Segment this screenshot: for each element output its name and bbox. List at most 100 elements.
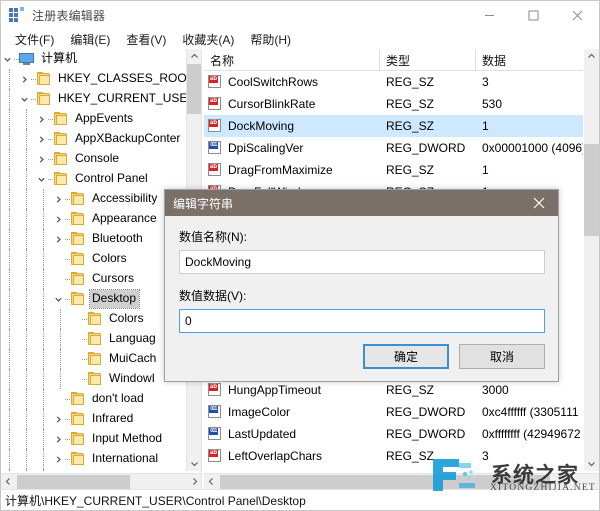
tree-node[interactable]: Keyboard (1, 469, 187, 471)
tree-scroll-left-icon[interactable] (1, 474, 16, 489)
chevron-right-icon[interactable] (35, 149, 48, 169)
cell-type: REG_DWORD (386, 427, 466, 441)
tree-hscroll-thumb[interactable] (17, 475, 130, 489)
menu-view[interactable]: 查看(V) (118, 29, 174, 50)
tree-guide-line (26, 189, 27, 209)
tree-node[interactable]: Desktop (1, 289, 187, 309)
tree-node[interactable]: International (1, 449, 187, 469)
menu-file[interactable]: 文件(F) (7, 29, 62, 50)
tree-node[interactable]: Languag (1, 329, 187, 349)
window-controls (467, 1, 599, 29)
tree-guide-line (9, 389, 10, 409)
chevron-right-icon[interactable] (52, 229, 65, 249)
tree-guide-line (9, 189, 10, 209)
tree-guide-line (9, 209, 10, 229)
table-row[interactable]: ab CoolSwitchRows REG_SZ 3 (204, 71, 583, 93)
tree-scroll-up-icon[interactable] (187, 49, 201, 64)
chevron-right-icon[interactable] (35, 109, 48, 129)
table-row[interactable]: 011 DpiScalingVer REG_DWORD 0x00001000 (409… (204, 137, 583, 159)
tree-guide-line (26, 429, 27, 449)
menu-favorites[interactable]: 收藏夹(A) (174, 29, 242, 50)
tree-node[interactable]: Console (1, 149, 187, 169)
chevron-right-icon[interactable] (52, 189, 65, 209)
maximize-button[interactable] (511, 1, 555, 29)
dialog-close-button[interactable] (520, 190, 558, 216)
tree-scroll-down-icon[interactable] (187, 456, 201, 471)
list-vertical-scrollbar[interactable] (584, 49, 599, 471)
chevron-right-icon[interactable] (52, 409, 65, 429)
minimize-button[interactable] (467, 1, 511, 29)
cancel-button[interactable]: 取消 (459, 344, 545, 369)
tree-guide-line (43, 269, 44, 289)
tree-horizontal-scrollbar[interactable] (1, 473, 201, 489)
table-row[interactable]: abLockScreenAutoLockActiveREG_SZ0 (204, 467, 583, 471)
list-scroll-up-icon[interactable] (584, 49, 599, 64)
ok-button[interactable]: 确定 (363, 344, 449, 369)
table-row[interactable]: ab HungAppTimeout REG_SZ 3000 (204, 379, 583, 401)
list-scroll-down-icon[interactable] (584, 456, 599, 471)
tree-scroll-thumb[interactable] (187, 64, 201, 114)
chevron-down-icon[interactable] (1, 49, 14, 69)
column-type[interactable]: 类型 (380, 49, 476, 71)
tree-node[interactable]: AppXBackupConter (1, 129, 187, 149)
close-button[interactable] (555, 1, 599, 29)
folder-icon (87, 312, 103, 326)
chevron-right-icon[interactable] (35, 129, 48, 149)
tree-node[interactable]: MuiCach (1, 349, 187, 369)
list-horizontal-scrollbar[interactable] (204, 473, 599, 489)
chevron-right-icon[interactable] (52, 449, 65, 469)
chevron-right-icon[interactable] (18, 69, 31, 89)
list-scroll-thumb[interactable] (584, 144, 599, 236)
tree-node[interactable]: Colors (1, 309, 187, 329)
tree-guide-line (43, 349, 44, 369)
menu-edit[interactable]: 编辑(E) (62, 29, 118, 50)
tree-node[interactable]: Control Panel (1, 169, 187, 189)
list-scroll-left-icon[interactable] (204, 474, 219, 489)
value-name-input[interactable] (179, 250, 545, 274)
folder-icon (70, 452, 86, 466)
dword-value-icon: 011 (208, 405, 223, 419)
tree-node-label: Control Panel (75, 171, 148, 185)
chevron-right-icon[interactable] (52, 429, 65, 449)
tree-node[interactable]: WindowI (1, 369, 187, 389)
folder-icon (70, 232, 86, 246)
tree-node-label: Colors (92, 251, 127, 265)
value-data-label: 数值数据(V): (179, 289, 247, 303)
column-data[interactable]: 数据 (476, 49, 583, 71)
tree-node[interactable]: AppEvents (1, 109, 187, 129)
tree-guide-line (26, 269, 27, 289)
table-row[interactable]: 011 ImageColor REG_DWORD 0xc4ffffff (330511… (204, 401, 583, 423)
column-name[interactable]: 名称 (204, 49, 380, 71)
tree-node[interactable]: Bluetooth (1, 229, 187, 249)
table-row[interactable]: ab DragFromMaximize REG_SZ 1 (204, 159, 583, 181)
tree-node-label: HKEY_CLASSES_ROOT (58, 71, 187, 85)
value-name-text: LastUpdated (228, 427, 297, 441)
chevron-down-icon[interactable] (52, 289, 65, 309)
table-row[interactable]: ab LeftOverlapChars REG_SZ 3 (204, 445, 583, 467)
tree-node[interactable]: Accessibility (1, 189, 187, 209)
tree-node[interactable]: Input Method (1, 429, 187, 449)
listview-header: 名称 类型 数据 (204, 49, 583, 71)
registry-tree[interactable]: 计算机 HKEY_CLASSES_ROOT HKEY_CURRENT_USER App… (1, 49, 187, 471)
value-name-text: LeftOverlapChars (228, 449, 323, 463)
table-row[interactable]: ab DockMoving REG_SZ 1 (204, 115, 583, 137)
tree-scroll-right-icon[interactable] (187, 474, 201, 489)
chevron-down-icon[interactable] (35, 169, 48, 189)
tree-node[interactable]: don't load (1, 389, 187, 409)
list-hscroll-thumb[interactable] (220, 475, 550, 489)
tree-node[interactable]: HKEY_CLASSES_ROOT (1, 69, 187, 89)
table-row[interactable]: ab CursorBlinkRate REG_SZ 530 (204, 93, 583, 115)
tree-node[interactable]: 计算机 (1, 49, 187, 69)
tree-node[interactable]: Cursors (1, 269, 187, 289)
value-data-input[interactable] (179, 309, 545, 333)
menu-help[interactable]: 帮助(H) (242, 29, 299, 50)
tree-node[interactable]: Infrared (1, 409, 187, 429)
tree-node[interactable]: Colors (1, 249, 187, 269)
chevron-down-icon[interactable] (18, 89, 31, 109)
tree-node[interactable]: Appearance (1, 209, 187, 229)
tree-node-label: Keyboard (90, 470, 146, 471)
tree-node[interactable]: HKEY_CURRENT_USER (1, 89, 187, 109)
chevron-right-icon[interactable] (52, 209, 65, 229)
table-row[interactable]: 011 LastUpdated REG_DWORD 0xffffffff (42949… (204, 423, 583, 445)
